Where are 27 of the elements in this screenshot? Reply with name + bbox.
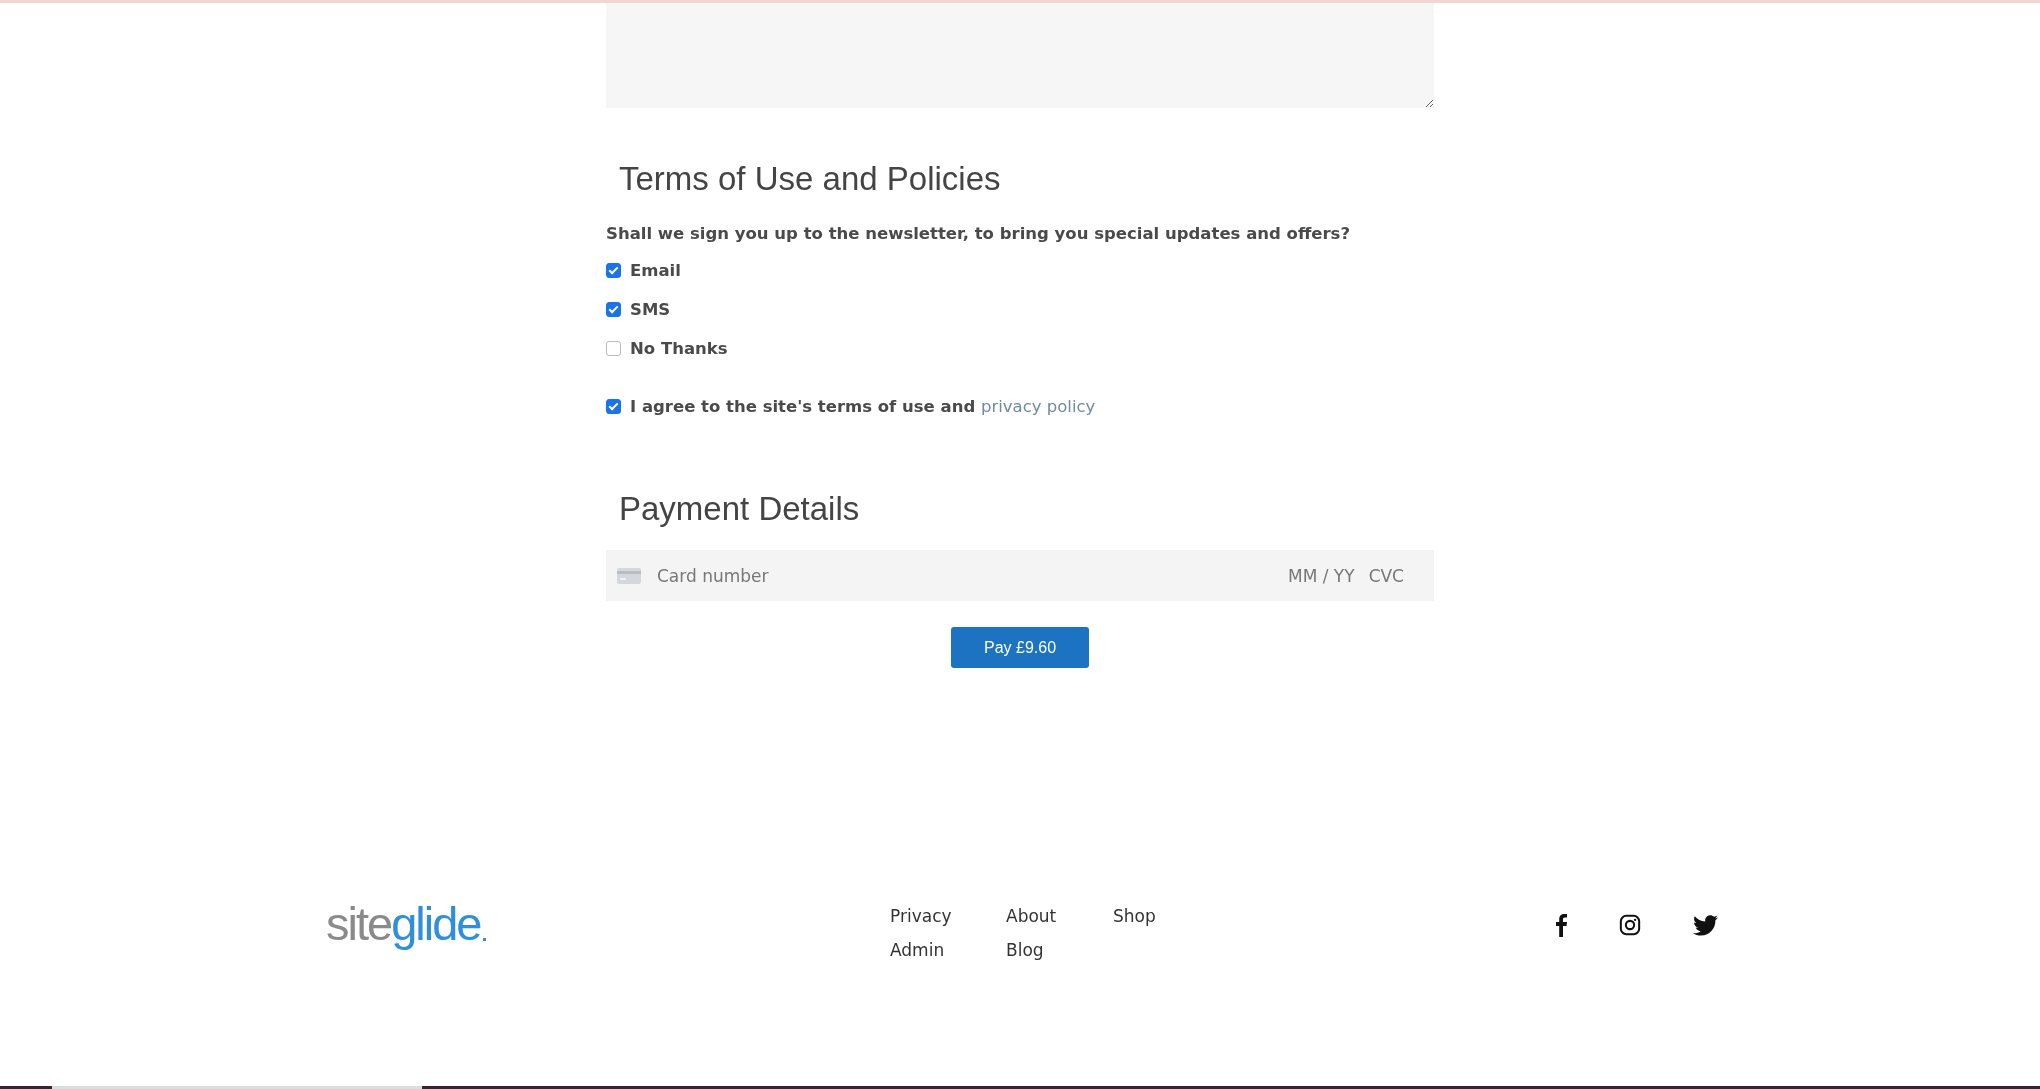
footer-link[interactable]: Privacy [890, 906, 1006, 926]
card-number-placeholder: Card number [657, 565, 770, 586]
expiry-placeholder: MM / YY [1288, 565, 1355, 586]
instagram-icon[interactable] [1619, 914, 1641, 936]
section-heading: Payment Details [619, 490, 861, 528]
footer-link[interactable]: Admin [890, 940, 1006, 960]
card-input-field[interactable]: Card number MM / YY CVC [606, 550, 1434, 601]
checkbox[interactable] [606, 302, 621, 317]
privacy-policy-link[interactable]: privacy policy [981, 397, 1096, 416]
checkbox[interactable] [606, 341, 621, 356]
agree-label: I agree to the site's terms of use and privacy policy [630, 397, 1096, 416]
checkbox[interactable] [606, 263, 621, 278]
twitter-icon[interactable] [1693, 914, 1718, 936]
facebook-icon[interactable] [1555, 913, 1567, 937]
message-field[interactable] [606, 3, 1434, 108]
footer-link[interactable]: Shop [1113, 906, 1173, 926]
cvc-placeholder: CVC [1368, 565, 1404, 586]
pay-button[interactable]: Pay £9.60 [951, 627, 1089, 668]
newsletter-question: Shall we sign you up to the newsletter, to bring you special updates and offers? [606, 224, 1351, 243]
footer-link[interactable]: Blog [1006, 940, 1113, 960]
checkbox-label: Email [630, 261, 681, 280]
section-heading: Terms of Use and Policies [619, 160, 1002, 198]
checkbox[interactable] [606, 399, 621, 414]
footer-link[interactable]: About [1006, 906, 1113, 926]
checkbox-label: SMS [630, 300, 671, 319]
checkbox-label: No Thanks [630, 339, 728, 358]
credit-card-icon [617, 567, 641, 584]
